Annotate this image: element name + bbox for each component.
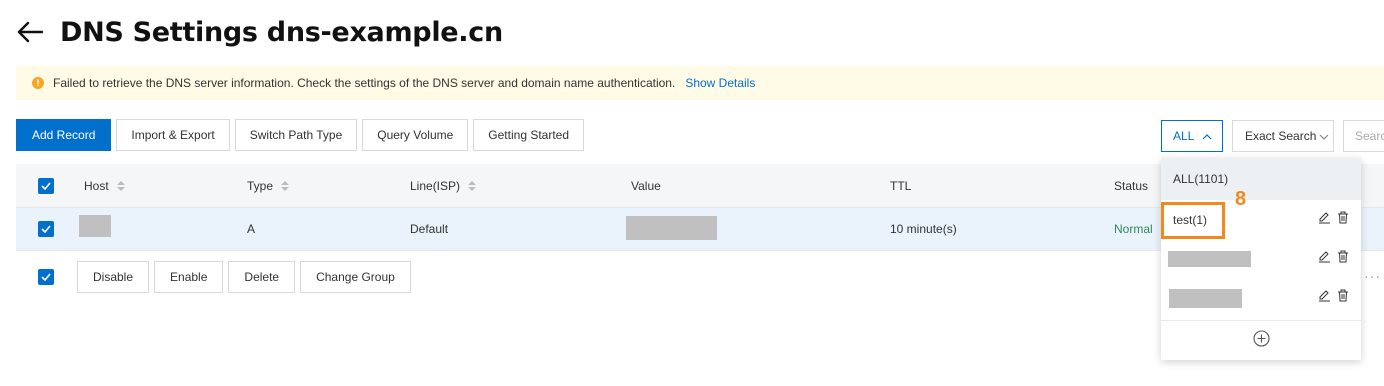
import-export-button[interactable]: Import & Export [116, 119, 230, 151]
column-line-label: Line(ISP) [410, 178, 461, 193]
add-record-button[interactable]: Add Record [16, 119, 112, 151]
edit-icon[interactable] [1318, 250, 1331, 268]
enable-button[interactable]: Enable [154, 260, 224, 293]
search-input[interactable]: Search [1343, 120, 1384, 152]
trash-icon[interactable] [1337, 289, 1349, 307]
getting-started-button[interactable]: Getting Started [473, 119, 585, 151]
page-title: DNS Settings dns-example.cn [60, 16, 503, 48]
group-option-all[interactable]: ALL(1101) [1161, 158, 1361, 200]
chevron-up-icon [1202, 129, 1212, 143]
group-option[interactable] [1161, 278, 1361, 318]
column-line[interactable]: Line(ISP) [410, 178, 477, 193]
highlight-box [1161, 202, 1225, 239]
group-filter-value: ALL [1173, 129, 1195, 143]
column-host-label: Host [84, 178, 109, 193]
bulk-actions: Disable Enable Delete Change Group [16, 260, 416, 293]
trash-icon[interactable] [1337, 250, 1349, 268]
group-option-redacted [1168, 251, 1251, 267]
search-mode-select[interactable]: Exact Search [1232, 120, 1334, 152]
row-checkbox[interactable] [38, 221, 54, 237]
column-type[interactable]: Type [247, 178, 290, 193]
search-mode-value: Exact Search [1245, 129, 1317, 143]
delete-button[interactable]: Delete [228, 260, 296, 293]
column-ttl: TTL [890, 178, 912, 193]
trash-icon[interactable] [1337, 211, 1349, 229]
row-line: Default [410, 222, 449, 236]
sort-icon [116, 180, 125, 192]
change-group-button[interactable]: Change Group [300, 260, 411, 293]
disable-button[interactable]: Disable [77, 260, 150, 293]
query-volume-button[interactable]: Query Volume [362, 119, 469, 151]
page-header: DNS Settings dns-example.cn [16, 14, 503, 50]
edit-icon[interactable] [1318, 211, 1331, 229]
select-all-checkbox[interactable] [38, 177, 54, 194]
switch-path-type-button[interactable]: Switch Path Type [234, 119, 358, 151]
alert-message: Failed to retrieve the DNS server inform… [53, 76, 676, 90]
group-option[interactable] [1161, 239, 1361, 279]
value-redacted [626, 216, 717, 240]
row-type: A [247, 222, 256, 236]
sort-icon [281, 180, 290, 192]
step-number: 8 [1235, 188, 1247, 210]
edit-icon[interactable] [1318, 289, 1331, 307]
status-badge: Normal [1114, 222, 1153, 236]
more-icon[interactable]: ··· [1364, 268, 1381, 284]
row-ttl: 10 minute(s) [890, 222, 957, 236]
group-option-redacted [1169, 288, 1242, 308]
plus-circle-icon [1252, 329, 1270, 352]
group-filter-select[interactable]: ALL [1161, 120, 1223, 152]
chevron-down-icon [1319, 129, 1329, 143]
column-type-label: Type [247, 178, 274, 193]
add-group-button[interactable] [1161, 320, 1361, 360]
column-value: Value [631, 178, 661, 193]
toolbar: Add Record Import & Export Switch Path T… [16, 119, 589, 151]
sort-icon [468, 180, 477, 192]
column-status: Status [1114, 178, 1149, 193]
group-dropdown: ALL(1101) test(1) [1161, 158, 1361, 360]
warning-alert: ! Failed to retrieve the DNS server info… [16, 66, 1384, 100]
bulk-select-checkbox[interactable] [38, 268, 54, 285]
host-redacted [79, 215, 111, 237]
warning-icon: ! [32, 77, 44, 89]
column-host[interactable]: Host [84, 179, 125, 193]
back-arrow-icon[interactable] [16, 18, 44, 46]
show-details-link[interactable]: Show Details [685, 76, 755, 90]
